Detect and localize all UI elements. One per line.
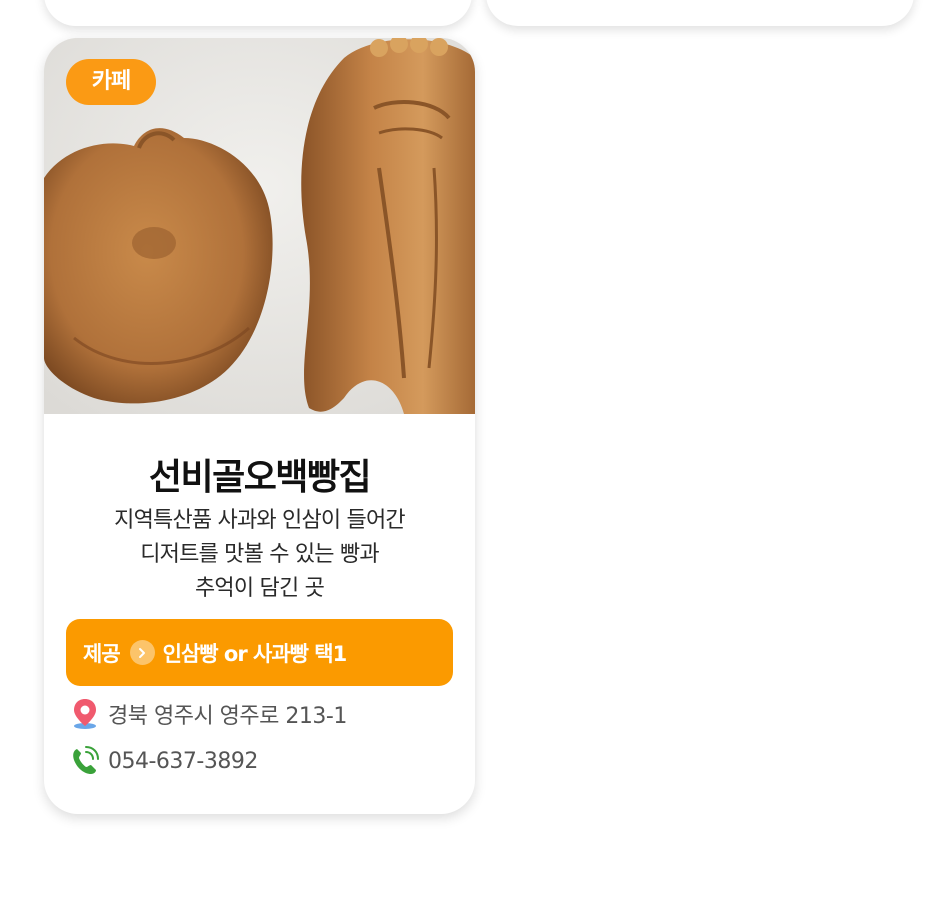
previous-card-right[interactable]	[486, 0, 914, 26]
phone-row[interactable]: 054-637-3892	[70, 745, 258, 777]
place-description: 지역특산품 사과와 인삼이 들어간 디저트를 맛볼 수 있는 빵과 추억이 담긴…	[44, 504, 475, 606]
page: 카페 선비골오백빵집 지역특산품 사과와 인삼이 들어간 디저트를 맛볼 수 있…	[0, 0, 950, 899]
place-title: 선비골오백빵집	[148, 457, 372, 498]
address-text: 경북 영주시 영주로 213-1	[108, 704, 347, 729]
phone-text[interactable]: 054-637-3892	[108, 749, 258, 774]
offer-text: 인삼빵 or 사과빵 택1	[162, 641, 348, 666]
place-card[interactable]: 카페 선비골오백빵집 지역특산품 사과와 인삼이 들어간 디저트를 맛볼 수 있…	[44, 38, 475, 814]
description-line: 디저트를 맛볼 수 있는 빵과	[140, 542, 379, 567]
description-line: 추억이 담긴 곳	[194, 576, 325, 601]
pastry-photo[interactable]: 카페	[44, 38, 475, 414]
category-badge: 카페	[66, 59, 156, 105]
offer-banner[interactable]: 제공 인삼빵 or 사과빵 택1	[66, 619, 453, 686]
address-row: 경북 영주시 영주로 213-1	[70, 698, 347, 730]
description-line: 지역특산품 사과와 인삼이 들어간	[114, 508, 406, 533]
offer-label: 제공	[83, 641, 121, 666]
chevron-right-icon	[129, 640, 155, 665]
phone-icon	[70, 745, 100, 777]
location-pin-icon	[70, 698, 100, 730]
previous-card-left[interactable]	[44, 0, 472, 26]
